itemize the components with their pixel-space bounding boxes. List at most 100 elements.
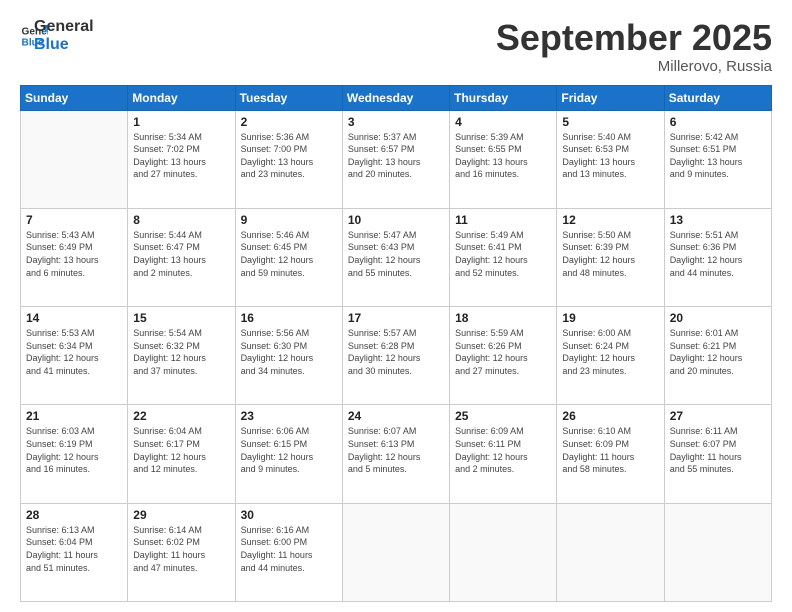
day-number: 26 xyxy=(562,409,659,423)
day-info: Sunrise: 5:44 AM Sunset: 6:47 PM Dayligh… xyxy=(133,229,230,279)
calendar-cell: 4 Sunrise: 5:39 AM Sunset: 6:55 PM Daylig… xyxy=(450,110,557,208)
calendar-cell: 7 Sunrise: 5:43 AM Sunset: 6:49 PM Daylig… xyxy=(21,208,128,306)
calendar-cell: 8 Sunrise: 5:44 AM Sunset: 6:47 PM Daylig… xyxy=(128,208,235,306)
day-number: 4 xyxy=(455,115,552,129)
calendar-week-row: 7 Sunrise: 5:43 AM Sunset: 6:49 PM Daylig… xyxy=(21,208,772,306)
day-number: 9 xyxy=(241,213,338,227)
day-number: 8 xyxy=(133,213,230,227)
day-number: 14 xyxy=(26,311,123,325)
day-info: Sunrise: 5:42 AM Sunset: 6:51 PM Dayligh… xyxy=(670,131,767,181)
day-info: Sunrise: 5:51 AM Sunset: 6:36 PM Dayligh… xyxy=(670,229,767,279)
day-number: 1 xyxy=(133,115,230,129)
calendar-cell: 24 Sunrise: 6:07 AM Sunset: 6:13 PM Dayli… xyxy=(342,405,449,503)
day-info: Sunrise: 6:03 AM Sunset: 6:19 PM Dayligh… xyxy=(26,425,123,475)
day-info: Sunrise: 6:14 AM Sunset: 6:02 PM Dayligh… xyxy=(133,524,230,574)
day-number: 16 xyxy=(241,311,338,325)
day-number: 20 xyxy=(670,311,767,325)
day-number: 6 xyxy=(670,115,767,129)
weekday-header-friday: Friday xyxy=(557,85,664,110)
day-info: Sunrise: 6:13 AM Sunset: 6:04 PM Dayligh… xyxy=(26,524,123,574)
page-header: General Blue General Blue September 2025… xyxy=(20,18,772,75)
calendar-cell xyxy=(21,110,128,208)
calendar-cell: 21Sunrise: 6:03 AM Sunset: 6:19 PM Dayli… xyxy=(21,405,128,503)
weekday-header-sunday: Sunday xyxy=(21,85,128,110)
day-info: Sunrise: 5:36 AM Sunset: 7:00 PM Dayligh… xyxy=(241,131,338,181)
day-info: Sunrise: 5:59 AM Sunset: 6:26 PM Dayligh… xyxy=(455,327,552,377)
weekday-header-row: SundayMondayTuesdayWednesdayThursdayFrid… xyxy=(21,85,772,110)
calendar-cell: 5 Sunrise: 5:40 AM Sunset: 6:53 PM Daylig… xyxy=(557,110,664,208)
calendar-cell: 2 Sunrise: 5:36 AM Sunset: 7:00 PM Daylig… xyxy=(235,110,342,208)
logo-line1: General xyxy=(34,18,94,36)
day-number: 24 xyxy=(348,409,445,423)
calendar-cell: 6 Sunrise: 5:42 AM Sunset: 6:51 PM Daylig… xyxy=(664,110,771,208)
calendar-cell: 18 Sunrise: 5:59 AM Sunset: 6:26 PM Dayli… xyxy=(450,307,557,405)
day-number: 28 xyxy=(26,508,123,522)
calendar-cell: 1Sunrise: 5:34 AM Sunset: 7:02 PM Daylig… xyxy=(128,110,235,208)
calendar-week-row: 21Sunrise: 6:03 AM Sunset: 6:19 PM Dayli… xyxy=(21,405,772,503)
calendar-cell: 14 Sunrise: 5:53 AM Sunset: 6:34 PM Dayli… xyxy=(21,307,128,405)
calendar-cell: 13 Sunrise: 5:51 AM Sunset: 6:36 PM Dayli… xyxy=(664,208,771,306)
calendar-cell: 30 Sunrise: 6:16 AM Sunset: 6:00 PM Dayli… xyxy=(235,503,342,601)
weekday-header-thursday: Thursday xyxy=(450,85,557,110)
day-number: 22 xyxy=(133,409,230,423)
calendar-cell: 19 Sunrise: 6:00 AM Sunset: 6:24 PM Dayli… xyxy=(557,307,664,405)
calendar-cell: 23 Sunrise: 6:06 AM Sunset: 6:15 PM Dayli… xyxy=(235,405,342,503)
calendar-cell: 12Sunrise: 5:50 AM Sunset: 6:39 PM Dayli… xyxy=(557,208,664,306)
calendar-cell: 9Sunrise: 5:46 AM Sunset: 6:45 PM Daylig… xyxy=(235,208,342,306)
day-number: 12 xyxy=(562,213,659,227)
day-info: Sunrise: 5:43 AM Sunset: 6:49 PM Dayligh… xyxy=(26,229,123,279)
calendar-cell xyxy=(450,503,557,601)
day-number: 23 xyxy=(241,409,338,423)
weekday-header-monday: Monday xyxy=(128,85,235,110)
calendar-cell: 3Sunrise: 5:37 AM Sunset: 6:57 PM Daylig… xyxy=(342,110,449,208)
day-info: Sunrise: 6:07 AM Sunset: 6:13 PM Dayligh… xyxy=(348,425,445,475)
calendar-cell: 28 Sunrise: 6:13 AM Sunset: 6:04 PM Dayli… xyxy=(21,503,128,601)
calendar-cell: 16Sunrise: 5:56 AM Sunset: 6:30 PM Dayli… xyxy=(235,307,342,405)
calendar-cell: 27 Sunrise: 6:11 AM Sunset: 6:07 PM Dayli… xyxy=(664,405,771,503)
day-info: Sunrise: 5:54 AM Sunset: 6:32 PM Dayligh… xyxy=(133,327,230,377)
calendar-cell: 25Sunrise: 6:09 AM Sunset: 6:11 PM Dayli… xyxy=(450,405,557,503)
day-number: 11 xyxy=(455,213,552,227)
day-info: Sunrise: 5:40 AM Sunset: 6:53 PM Dayligh… xyxy=(562,131,659,181)
day-info: Sunrise: 6:09 AM Sunset: 6:11 PM Dayligh… xyxy=(455,425,552,475)
calendar-cell: 17Sunrise: 5:57 AM Sunset: 6:28 PM Dayli… xyxy=(342,307,449,405)
calendar-cell: 29 Sunrise: 6:14 AM Sunset: 6:02 PM Dayli… xyxy=(128,503,235,601)
day-info: Sunrise: 5:49 AM Sunset: 6:41 PM Dayligh… xyxy=(455,229,552,279)
calendar-cell xyxy=(342,503,449,601)
calendar-week-row: 28 Sunrise: 6:13 AM Sunset: 6:04 PM Dayli… xyxy=(21,503,772,601)
day-number: 29 xyxy=(133,508,230,522)
day-number: 17 xyxy=(348,311,445,325)
day-number: 5 xyxy=(562,115,659,129)
location-subtitle: Millerovo, Russia xyxy=(496,58,772,75)
day-info: Sunrise: 6:16 AM Sunset: 6:00 PM Dayligh… xyxy=(241,524,338,574)
day-number: 3 xyxy=(348,115,445,129)
title-block: September 2025 Millerovo, Russia xyxy=(496,18,772,75)
day-info: Sunrise: 5:47 AM Sunset: 6:43 PM Dayligh… xyxy=(348,229,445,279)
day-info: Sunrise: 6:04 AM Sunset: 6:17 PM Dayligh… xyxy=(133,425,230,475)
day-number: 18 xyxy=(455,311,552,325)
day-number: 30 xyxy=(241,508,338,522)
day-info: Sunrise: 6:01 AM Sunset: 6:21 PM Dayligh… xyxy=(670,327,767,377)
calendar-cell: 20 Sunrise: 6:01 AM Sunset: 6:21 PM Dayli… xyxy=(664,307,771,405)
day-info: Sunrise: 6:00 AM Sunset: 6:24 PM Dayligh… xyxy=(562,327,659,377)
day-number: 13 xyxy=(670,213,767,227)
day-number: 19 xyxy=(562,311,659,325)
day-info: Sunrise: 6:10 AM Sunset: 6:09 PM Dayligh… xyxy=(562,425,659,475)
weekday-header-wednesday: Wednesday xyxy=(342,85,449,110)
calendar-cell: 10Sunrise: 5:47 AM Sunset: 6:43 PM Dayli… xyxy=(342,208,449,306)
calendar-week-row: 14 Sunrise: 5:53 AM Sunset: 6:34 PM Dayli… xyxy=(21,307,772,405)
calendar-cell: 22 Sunrise: 6:04 AM Sunset: 6:17 PM Dayli… xyxy=(128,405,235,503)
day-info: Sunrise: 5:53 AM Sunset: 6:34 PM Dayligh… xyxy=(26,327,123,377)
calendar-cell xyxy=(557,503,664,601)
day-info: Sunrise: 6:06 AM Sunset: 6:15 PM Dayligh… xyxy=(241,425,338,475)
calendar-cell xyxy=(664,503,771,601)
day-number: 15 xyxy=(133,311,230,325)
day-info: Sunrise: 5:39 AM Sunset: 6:55 PM Dayligh… xyxy=(455,131,552,181)
calendar-cell: 11 Sunrise: 5:49 AM Sunset: 6:41 PM Dayli… xyxy=(450,208,557,306)
month-title: September 2025 xyxy=(496,18,772,58)
day-info: Sunrise: 6:11 AM Sunset: 6:07 PM Dayligh… xyxy=(670,425,767,475)
day-number: 7 xyxy=(26,213,123,227)
day-number: 2 xyxy=(241,115,338,129)
calendar-cell: 15 Sunrise: 5:54 AM Sunset: 6:32 PM Dayli… xyxy=(128,307,235,405)
day-number: 27 xyxy=(670,409,767,423)
